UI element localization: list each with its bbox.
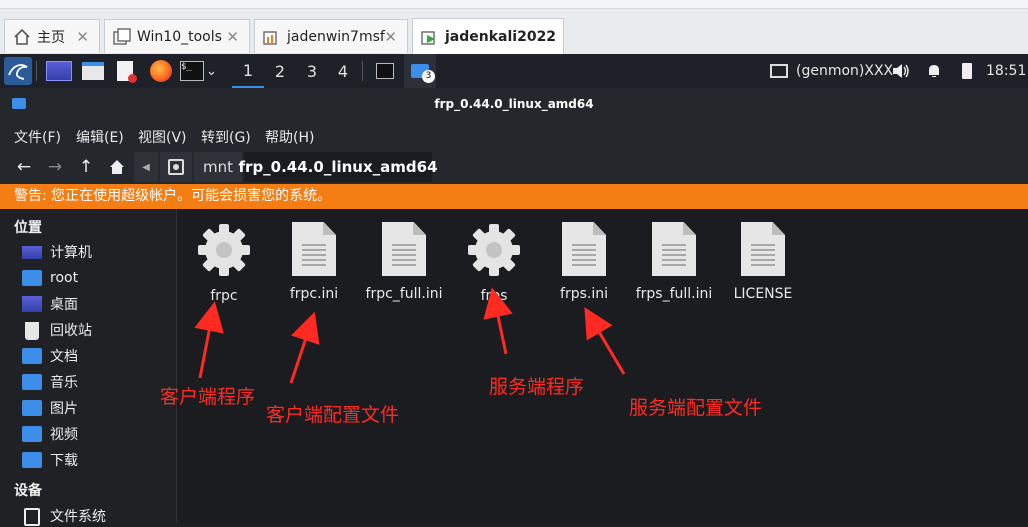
annotation-arrow (584, 307, 626, 375)
annotation-client-program: 客户端程序 (160, 386, 256, 408)
annotation-arrow (289, 311, 320, 384)
annotation-client-config: 客户端配置文件 (266, 404, 400, 426)
annotation-arrows (194, 287, 626, 384)
annotation-arrow (194, 301, 224, 379)
annotation-arrow (483, 287, 513, 355)
annotation-server-program: 服务端程序 (489, 376, 585, 398)
annotation-server-config: 服务端配置文件 (629, 397, 763, 419)
